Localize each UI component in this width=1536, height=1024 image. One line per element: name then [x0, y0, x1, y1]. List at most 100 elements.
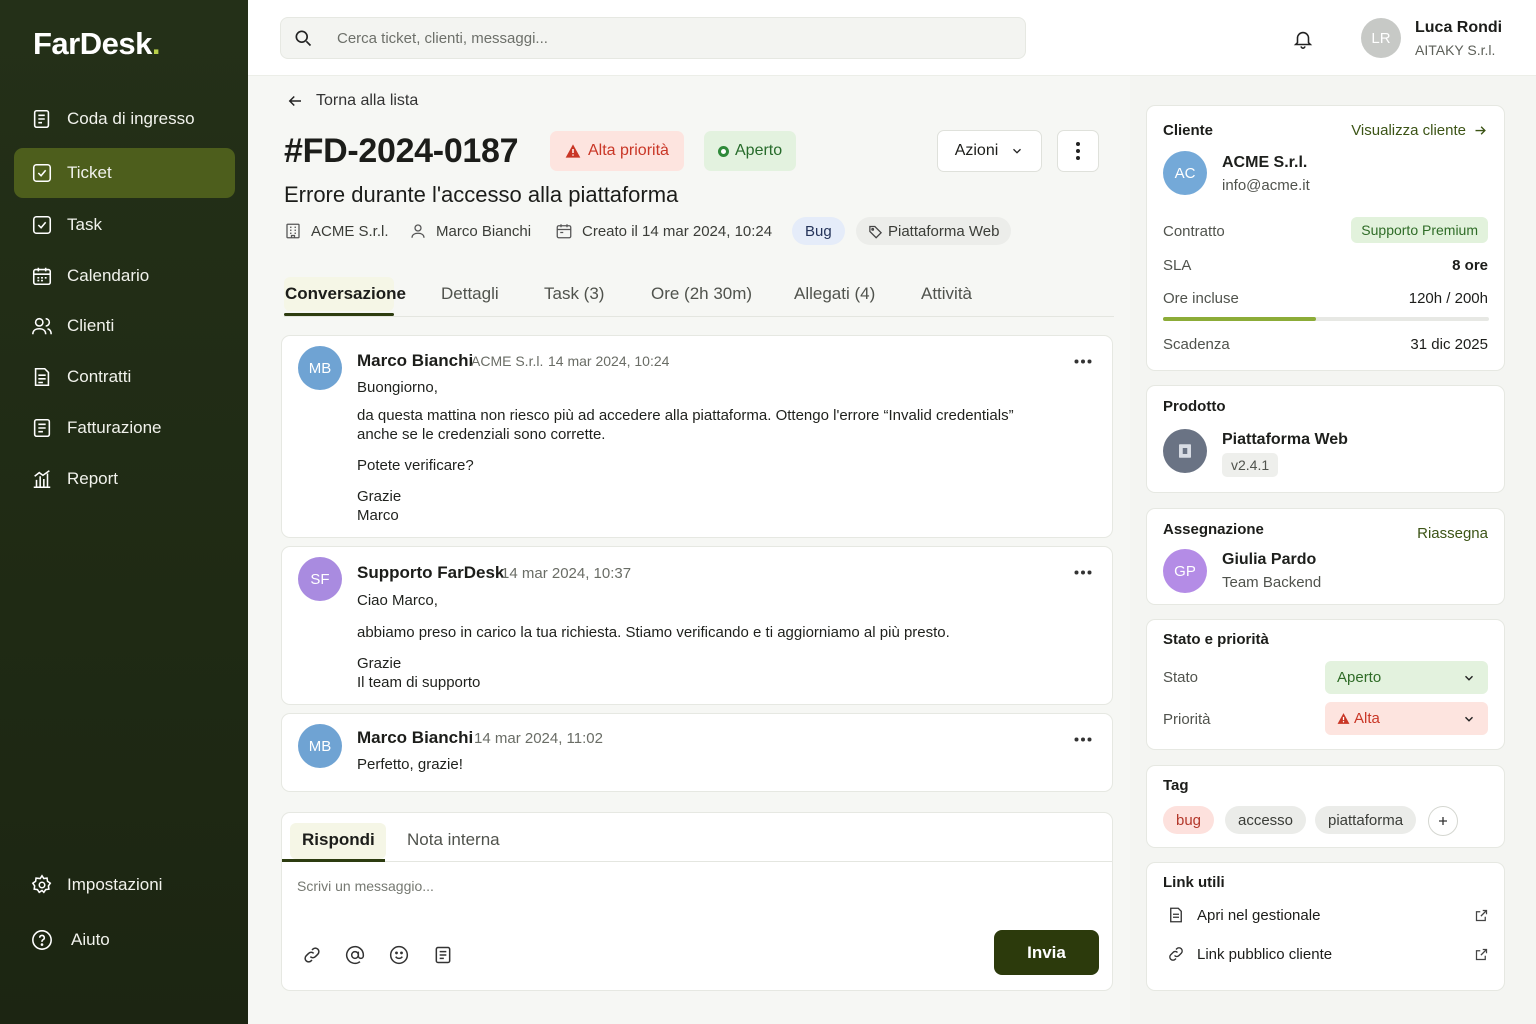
- meta-company[interactable]: ACME S.r.l.: [284, 217, 389, 245]
- reply-composer: Rispondi Nota interna Invia: [281, 812, 1113, 991]
- tab-tasks[interactable]: Task (3): [544, 284, 604, 304]
- hours-value: 120h / 200h: [1408, 290, 1488, 307]
- sidebar-item-label: Clienti: [67, 316, 115, 335]
- sidebar-item-clients[interactable]: Clienti: [14, 301, 235, 351]
- status-dot-icon: [718, 145, 729, 157]
- tab-conversation[interactable]: Conversazione: [285, 284, 406, 304]
- priority-select[interactable]: Alta: [1325, 702, 1488, 735]
- status-badge: Aperto: [704, 131, 797, 171]
- client-name: ACME S.r.l.: [1222, 154, 1308, 171]
- search-input[interactable]: [337, 29, 937, 47]
- tab-hours[interactable]: Ore (2h 30m): [651, 284, 752, 304]
- search-bar: [280, 17, 1026, 59]
- warning-icon: [1337, 712, 1350, 725]
- sidebar-item-settings[interactable]: Impostazioni: [14, 860, 235, 910]
- message-card: MB Marco Bianchi ACME S.r.l. 14 mar 2024…: [281, 335, 1113, 538]
- link-public-client[interactable]: Link pubblico cliente: [1167, 945, 1489, 963]
- attach-link-icon[interactable]: [302, 945, 322, 965]
- mention-icon[interactable]: [345, 945, 365, 965]
- tag-platform[interactable]: piattaforma: [1315, 806, 1417, 834]
- more-options-button[interactable]: [1057, 130, 1099, 172]
- sidebar-item-inbox[interactable]: Coda di ingresso: [14, 94, 235, 144]
- tab-details[interactable]: Dettagli: [441, 284, 499, 304]
- sidebar-item-label: Aiuto: [71, 930, 110, 949]
- app-logo[interactable]: FarDesk.: [33, 26, 160, 62]
- link-label: Link pubblico cliente: [1197, 945, 1333, 963]
- divider: [282, 861, 1112, 862]
- tag-icon: [868, 224, 883, 239]
- tab-activity[interactable]: Attività: [921, 284, 972, 304]
- user-icon: [409, 222, 427, 240]
- sidebar-item-report[interactable]: Report: [14, 454, 235, 504]
- sidebar-item-task[interactable]: Task: [14, 200, 235, 250]
- actions-label: Azioni: [954, 142, 999, 159]
- message-line: Potete verificare?: [357, 457, 474, 474]
- message-line: Perfetto, grazie!: [357, 756, 463, 773]
- message-line: Ciao Marco,: [357, 592, 438, 609]
- tab-reply[interactable]: Rispondi: [302, 830, 375, 850]
- external-link-icon: [1474, 947, 1489, 962]
- tag-bug[interactable]: bug: [1163, 806, 1215, 834]
- product-name: Piattaforma Web: [1222, 431, 1348, 448]
- link-open-management[interactable]: Apri nel gestionale: [1167, 906, 1489, 924]
- sidebar-item-contracts[interactable]: Contratti: [14, 352, 235, 402]
- document-icon: [1167, 906, 1185, 924]
- message-line: Grazie: [357, 655, 402, 672]
- search-icon: [293, 28, 313, 48]
- message-more-icon[interactable]: [1074, 737, 1092, 742]
- sla-value: 8 ore: [1452, 257, 1488, 274]
- tab-attachments[interactable]: Allegati (4): [794, 284, 875, 304]
- status-select[interactable]: Aperto: [1325, 661, 1488, 694]
- card-title: Cliente: [1163, 122, 1214, 139]
- sidebar-item-ticket[interactable]: Ticket: [14, 148, 235, 198]
- message-author: Supporto FarDesk: [357, 563, 505, 582]
- meta-contact[interactable]: Marco Bianchi: [409, 217, 531, 245]
- sidebar-item-billing[interactable]: Fatturazione: [14, 403, 235, 453]
- external-link-icon: [1474, 908, 1489, 923]
- emoji-icon[interactable]: [389, 945, 409, 965]
- priority-badge: Alta priorità: [550, 131, 684, 171]
- add-tag-button[interactable]: [1428, 806, 1458, 836]
- product-chip[interactable]: Piattaforma Web: [856, 217, 1012, 245]
- message-time: 14 mar 2024, 11:02: [474, 730, 603, 747]
- sidebar-item-label: Coda di ingresso: [67, 109, 195, 128]
- back-to-list-link[interactable]: Torna alla lista: [286, 92, 418, 110]
- notifications-bell-icon[interactable]: [1292, 27, 1314, 51]
- hours-progress-fill: [1163, 317, 1317, 321]
- assignment-card: Assegnazione Riassegna GP Giulia Pardo T…: [1146, 508, 1505, 605]
- tag-access[interactable]: accesso: [1225, 806, 1307, 834]
- sidebar-item-calendar[interactable]: Calendario: [14, 251, 235, 301]
- user-organization: AITAKY S.r.l.: [1415, 42, 1496, 58]
- ticket-icon: [31, 162, 53, 184]
- sidebar-item-help[interactable]: Aiuto: [14, 915, 235, 965]
- message-author: Marco Bianchi: [357, 351, 474, 370]
- view-client-link[interactable]: Visualizza cliente: [1351, 122, 1488, 139]
- reply-tab-indicator: [282, 859, 385, 862]
- tab-internal-note[interactable]: Nota interna: [407, 830, 500, 850]
- user-name: Luca Rondi: [1415, 19, 1503, 36]
- message-input[interactable]: [297, 878, 1077, 918]
- hours-label: Ore incluse: [1163, 290, 1239, 307]
- status-select-value: Aperto: [1337, 669, 1382, 686]
- send-button[interactable]: Invia: [994, 930, 1099, 975]
- useful-links-card: Link utili Apri nel gestionale Link pubb…: [1146, 862, 1505, 991]
- message-more-icon[interactable]: [1074, 570, 1092, 575]
- building-icon: [284, 222, 302, 240]
- arrow-left-icon: [286, 92, 304, 110]
- back-label: Torna alla lista: [316, 92, 419, 109]
- ticket-tabs: Conversazione Dettagli Task (3) Ore (2h …: [284, 270, 1114, 317]
- gear-icon: [31, 874, 53, 896]
- deadline-value: 31 dic 2025: [1410, 336, 1488, 353]
- card-title: Stato e priorità: [1163, 631, 1269, 648]
- category-chip[interactable]: Bug: [792, 217, 845, 245]
- user-avatar[interactable]: LR: [1361, 18, 1401, 58]
- reassign-link[interactable]: Riassegna: [1417, 525, 1488, 542]
- actions-dropdown-button[interactable]: Azioni: [937, 130, 1042, 172]
- message-more-icon[interactable]: [1074, 359, 1092, 364]
- template-icon[interactable]: [433, 945, 453, 965]
- product-chip-label: Piattaforma Web: [888, 222, 1000, 240]
- message-line: Marco: [357, 507, 399, 524]
- avatar: GP: [1163, 549, 1207, 593]
- sidebar-item-label: Task: [67, 215, 102, 234]
- meta-created-label: Creato il 14 mar 2024, 10:24: [582, 222, 773, 240]
